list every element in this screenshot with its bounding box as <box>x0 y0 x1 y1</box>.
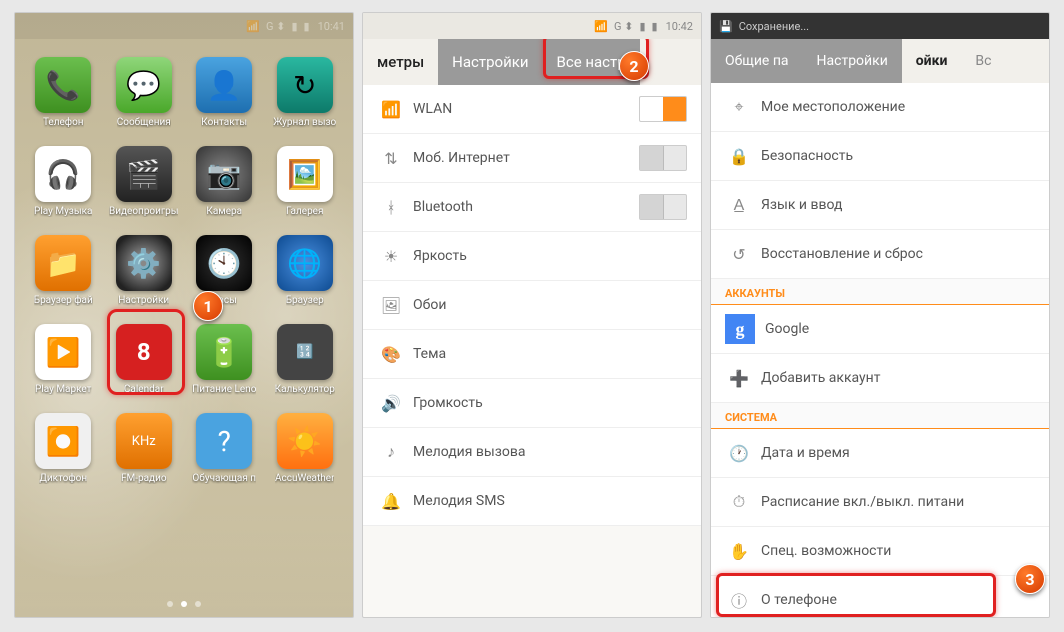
google-icon: g <box>725 314 755 344</box>
app-fm-radio[interactable]: KHzFM-радио <box>106 413 183 484</box>
app-file-browser[interactable]: 📁Браузер фай <box>25 235 102 306</box>
status-time: 10:42 <box>666 20 693 33</box>
row-theme[interactable]: 🎨Тема <box>363 330 701 379</box>
app-grid: 📞Телефон 💬Сообщения 👤Контакты ↻Журнал вы… <box>15 39 353 484</box>
app-play-store[interactable]: ▶️Play Маркет <box>25 324 102 395</box>
app-camera[interactable]: 📷Камера <box>186 146 263 217</box>
row-volume[interactable]: 🔊Громкость <box>363 379 701 428</box>
app-voice-recorder[interactable]: ⏺️Диктофон <box>25 413 102 484</box>
saving-label: Сохранение... <box>739 20 809 33</box>
row-wallpaper[interactable]: 🖼Обои <box>363 281 701 330</box>
app-calculator[interactable]: 🔢Калькулятор <box>267 324 344 395</box>
location-icon: ⌖ <box>725 97 753 117</box>
settings-list: ⌖Мое местоположение 🔒Безопасность A̲Язык… <box>711 83 1049 618</box>
row-language[interactable]: A̲Язык и ввод <box>711 181 1049 230</box>
step-badge-3: 3 <box>1015 564 1045 594</box>
settings-list: 📶WLAN ⇅Моб. Интернет ᚼBluetooth ☀Яркость… <box>363 85 701 526</box>
app-accuweather[interactable]: ☀️AccuWeather <box>267 413 344 484</box>
phone-settings-main: 📶 G ⬍ ▮ ▮ 10:42 метры Настройки Все наст… <box>362 12 702 618</box>
status-bar: 📶 G ⬍ ▮ ▮ 10:42 <box>363 13 701 39</box>
tab-params[interactable]: метры <box>363 39 438 85</box>
app-phone[interactable]: 📞Телефон <box>25 57 102 128</box>
step-badge-1: 1 <box>193 291 223 321</box>
row-google-account[interactable]: gGoogle <box>711 305 1049 354</box>
row-accessibility[interactable]: ✋Спец. возможности <box>711 527 1049 576</box>
wifi-icon: 📶 <box>594 20 608 33</box>
volume-icon: 🔊 <box>377 394 405 413</box>
app-power[interactable]: 🔋Питание Leno <box>186 324 263 395</box>
row-datetime[interactable]: 🕐Дата и время <box>711 429 1049 478</box>
image-icon: 🖼 <box>377 296 405 315</box>
app-gallery[interactable]: 🖼️Галерея <box>267 146 344 217</box>
section-accounts: АККАУНТЫ <box>711 279 1049 305</box>
hand-icon: ✋ <box>725 542 753 561</box>
add-icon: ➕ <box>725 369 753 388</box>
settings-tabs: Общие па Настройки ойки Вс <box>711 39 1049 83</box>
bluetooth-toggle[interactable] <box>639 194 687 220</box>
row-power-schedule[interactable]: ⏱Расписание вкл./выкл. питани <box>711 478 1049 527</box>
tab-settings[interactable]: Настройки <box>803 39 902 83</box>
phone-homescreen: 📶 G ⬍ ▮ ▮ 10:41 📞Телефон 💬Сообщения 👤Кон… <box>14 12 354 618</box>
bluetooth-icon: ᚼ <box>377 198 405 217</box>
battery-icon: ▮ <box>652 20 658 33</box>
theme-icon: 🎨 <box>377 345 405 364</box>
row-brightness[interactable]: ☀Яркость <box>363 232 701 281</box>
settings-tabs: метры Настройки Все настр 2 <box>363 39 701 85</box>
lock-icon: 🔒 <box>725 147 753 166</box>
row-add-account[interactable]: ➕Добавить аккаунт <box>711 354 1049 403</box>
page-indicator <box>15 601 353 607</box>
sim-icon: ▮ <box>639 20 645 33</box>
note-icon: ♪ <box>377 442 405 462</box>
tab-active[interactable]: ойки <box>902 39 962 83</box>
row-location[interactable]: ⌖Мое местоположение <box>711 83 1049 132</box>
tab-general[interactable]: Общие па <box>711 39 803 83</box>
app-call-log[interactable]: ↻Журнал вызо <box>267 57 344 128</box>
app-play-music[interactable]: 🎧Play Музыка <box>25 146 102 217</box>
tab-more[interactable]: Вс <box>961 39 1005 83</box>
app-video[interactable]: 🎬Видеопроигры <box>106 146 183 217</box>
row-wlan[interactable]: 📶WLAN <box>363 85 701 134</box>
app-contacts[interactable]: 👤Контакты <box>186 57 263 128</box>
save-icon: 💾 <box>719 20 733 33</box>
row-sms-tone[interactable]: 🔔Мелодия SMS <box>363 477 701 526</box>
row-bluetooth[interactable]: ᚼBluetooth <box>363 183 701 232</box>
row-security[interactable]: 🔒Безопасность <box>711 132 1049 181</box>
reset-icon: ↺ <box>725 245 753 264</box>
app-messages[interactable]: 💬Сообщения <box>106 57 183 128</box>
row-mobile-internet[interactable]: ⇅Моб. Интернет <box>363 134 701 183</box>
app-settings[interactable]: ⚙️Настройки <box>106 235 183 306</box>
brightness-icon: ☀ <box>377 247 405 266</box>
row-ringtone[interactable]: ♪Мелодия вызова <box>363 428 701 477</box>
wlan-toggle[interactable] <box>639 96 687 122</box>
arrows-icon: ⇅ <box>377 149 405 168</box>
language-icon: A̲ <box>725 195 753 215</box>
step-badge-2: 2 <box>619 51 649 81</box>
app-browser[interactable]: 🌐Браузер <box>267 235 344 306</box>
section-system: СИСТЕМА <box>711 403 1049 429</box>
bell-icon: 🔔 <box>377 492 405 511</box>
signal-icon: G ⬍ <box>614 20 633 33</box>
clock-icon: 🕐 <box>725 444 753 463</box>
mobile-toggle[interactable] <box>639 145 687 171</box>
info-icon: ⓘ <box>725 588 753 612</box>
row-about-phone[interactable]: ⓘО телефоне 3 <box>711 576 1049 618</box>
timer-icon: ⏱ <box>725 492 753 512</box>
saving-header: 💾 Сохранение... <box>711 13 1049 39</box>
wifi-icon: 📶 <box>377 100 405 119</box>
app-calendar[interactable]: 8Calendar <box>106 324 183 395</box>
app-tutorial[interactable]: ?Обучающая п <box>186 413 263 484</box>
tab-settings[interactable]: Настройки <box>438 39 542 85</box>
phone-settings-all: 💾 Сохранение... Общие па Настройки ойки … <box>710 12 1050 618</box>
row-reset[interactable]: ↺Восстановление и сброс <box>711 230 1049 279</box>
